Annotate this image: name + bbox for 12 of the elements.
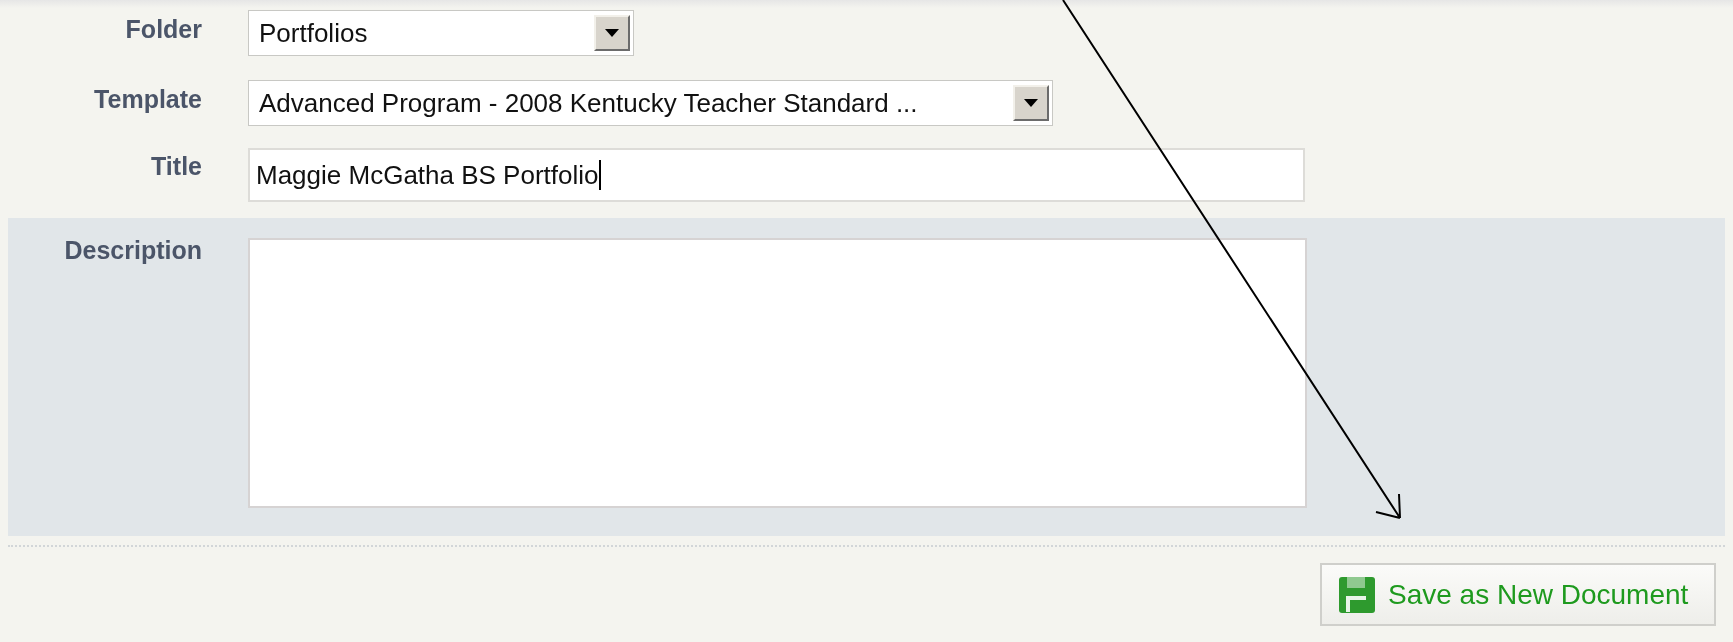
field-label: Template: [94, 87, 202, 115]
dropdown-button[interactable]: [1013, 85, 1049, 121]
field-label: Description: [64, 238, 202, 266]
dropdown-field[interactable]: Advanced Program - 2008 Kentucky Teacher Standard ...: [248, 80, 1053, 126]
field-label: Title: [151, 154, 202, 182]
textarea-field[interactable]: [248, 238, 1307, 508]
text-field[interactable]: Maggie McGatha BS Portfolio: [248, 148, 1305, 202]
caret-icon: [1023, 98, 1039, 108]
field-label: Folder: [125, 17, 202, 45]
dropdown-field[interactable]: Portfolios: [248, 10, 634, 56]
caret-icon: [604, 28, 620, 38]
dropdown-button[interactable]: [594, 15, 630, 51]
